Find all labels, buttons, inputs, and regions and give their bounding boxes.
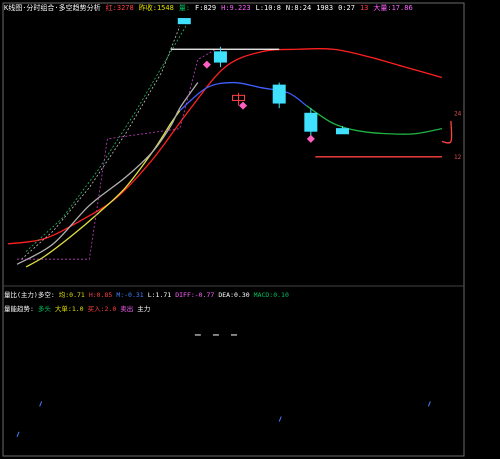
indicator-value-1: 多头 (37, 305, 51, 313)
header-value-7: N:8:24 (285, 4, 312, 12)
candle-body-0 (177, 18, 191, 25)
signal-marker-1 (239, 101, 248, 110)
indicator-value-0: 量比(主力)多空: (4, 291, 55, 299)
indicator-value-4: 卖出 (120, 305, 134, 313)
signal-marker-0 (202, 60, 211, 69)
header-value-9: 0:27 (338, 4, 355, 12)
lower-spike-1 (39, 401, 43, 407)
indicator-value-0: 量能趋势: (4, 305, 34, 313)
series-line-7 (17, 48, 217, 260)
indicator-value-6: DEA:0.30 (218, 291, 250, 299)
header-value-0: K线图·分时组合·多空趋势分析 (4, 4, 101, 12)
series-line-5 (21, 26, 181, 260)
indicator-row-1: 量比(主力)多空: 均:0.71 H:0.85 M:-0.31 L:1.71 DIFF:-… (4, 290, 293, 300)
indicator-value-3: M:-0.31 (116, 291, 144, 299)
candle-body-1 (213, 51, 227, 63)
header-value-6: L:10:8 (255, 4, 281, 12)
indicator-value-3: 买入:2.0 (87, 305, 117, 313)
main-price-pane: 24 12 (7, 18, 462, 268)
header-value-1: 红:3278 (105, 4, 134, 12)
series-line-3 (305, 105, 443, 135)
header-value-5: H:9.223 (221, 4, 251, 12)
right-tick-label-0: 24 (454, 110, 462, 117)
quote-header: K线图·分时组合·多空趋势分析 红:3278 昨收:1548 量: F:829 H:9.2… (4, 2, 418, 14)
indicator-row-2: 量能趋势: 多头 大单:1.0 买入:2.0 卖出 主力 (4, 304, 154, 314)
lower-spike-0 (16, 431, 20, 437)
indicator-pane (16, 334, 431, 437)
series-line-10 (441, 120, 453, 144)
header-value-8: 1983 (316, 4, 334, 12)
candle-body-3 (272, 84, 286, 104)
candle-body-4 (304, 112, 318, 132)
lower-spike-2 (278, 416, 282, 422)
indicator-value-7: MACD:0.10 (253, 291, 289, 299)
outer-border (2, 2, 465, 457)
lower-spike-3 (427, 401, 431, 407)
header-value-10: 13 (359, 4, 369, 12)
indicator-value-4: L:1.71 (147, 291, 172, 299)
indicator-value-2: H:0.85 (88, 291, 113, 299)
chart-frame: 24 12 (2, 2, 465, 457)
candle-body-5 (335, 128, 349, 135)
header-value-11: 大量:17.86 (373, 4, 413, 12)
header-value-3: 量: (178, 4, 191, 12)
series-line-1 (25, 110, 181, 268)
signal-marker-2 (306, 134, 315, 143)
indicator-value-5: DIFF:-0.77 (175, 291, 215, 299)
series-line-0 (7, 47, 443, 245)
series-line-4 (16, 82, 199, 265)
indicator-value-2: 大单:1.0 (54, 305, 84, 313)
indicator-value-5: 主力 (137, 305, 151, 313)
indicator-value-1: 均:0.71 (58, 291, 85, 299)
header-value-2: 昨收:1548 (138, 4, 174, 12)
header-value-4: F:829 (195, 4, 217, 12)
right-tick-label-1: 12 (454, 154, 462, 161)
